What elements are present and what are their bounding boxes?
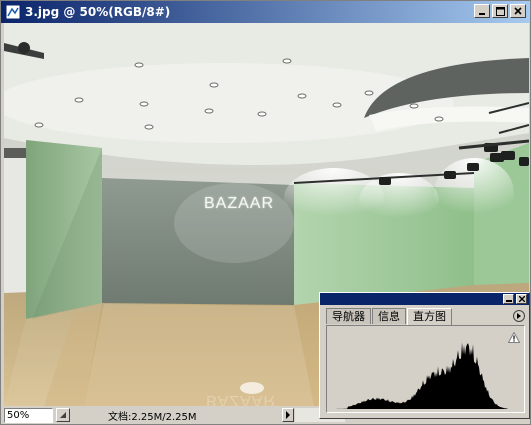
tab-histogram[interactable]: 直方图 [407,308,452,325]
window-title: 3.jpg @ 50%(RGB/8#) [25,5,171,19]
document-size-info: 文档:2.25M/2.25M [108,411,197,423]
histogram-area [326,325,525,413]
panel-title-bar[interactable] [320,293,529,305]
minimize-button[interactable] [474,4,490,18]
maximize-icon [495,6,505,16]
document-window: 3.jpg @ 50%(RGB/8#) BAZAAR BAZAAR 50% 文档… [0,0,531,425]
minimize-icon [479,13,485,15]
tab-navigator[interactable]: 导航器 [326,308,371,324]
minimize-icon [505,300,512,302]
warning-icon[interactable] [508,332,520,343]
zoom-level-field[interactable]: 50% [4,407,53,423]
panel-menu-button[interactable] [513,310,525,322]
bazaar-sign-reflection: BAZAAR [206,392,277,406]
panel-close-button[interactable] [516,294,527,304]
maximize-button[interactable] [492,4,508,18]
photoshop-document-icon [5,4,21,20]
histogram-graph [328,342,523,409]
status-menu-icon [60,412,66,418]
title-bar[interactable]: 3.jpg @ 50%(RGB/8#) [1,1,530,23]
close-button[interactable] [510,4,526,18]
histogram-shape [328,342,523,409]
panel-minimize-button[interactable] [503,294,514,304]
close-icon [518,296,525,302]
tab-info[interactable]: 信息 [372,308,406,324]
status-info-arrow-button[interactable] [282,408,294,422]
status-menu-button[interactable] [56,408,70,422]
panel-tabs: 导航器 信息 直方图 [326,308,453,325]
close-icon [514,7,522,15]
histogram-panel: 导航器 信息 直方图 [319,292,530,419]
bazaar-sign-text: BAZAAR [204,195,275,212]
triangle-right-icon [286,411,290,419]
panel-menu-icon [517,313,521,319]
